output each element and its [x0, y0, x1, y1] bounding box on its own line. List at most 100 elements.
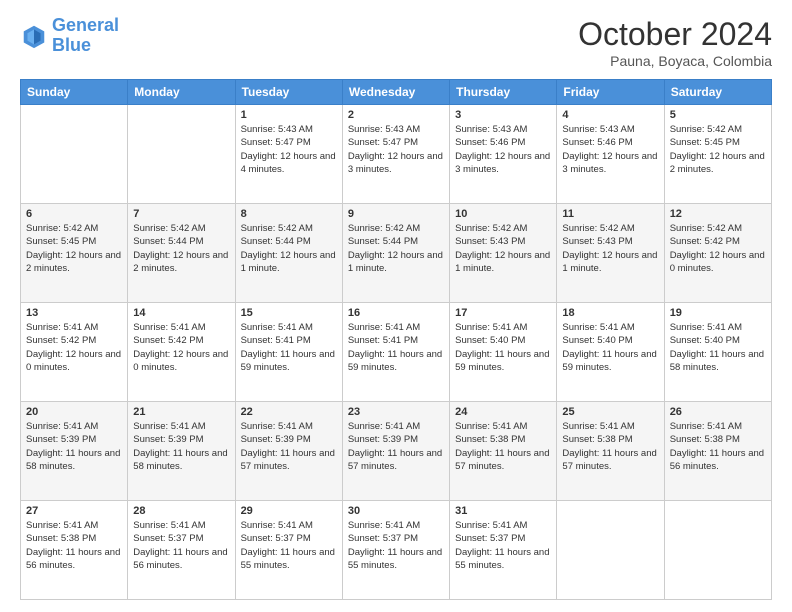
- weekday-header-tuesday: Tuesday: [235, 80, 342, 105]
- calendar-cell: 4Sunrise: 5:43 AMSunset: 5:46 PMDaylight…: [557, 105, 664, 204]
- day-info: Sunrise: 5:41 AMSunset: 5:37 PMDaylight:…: [241, 519, 337, 572]
- day-info: Sunrise: 5:41 AMSunset: 5:39 PMDaylight:…: [26, 420, 122, 473]
- sunset-text: Sunset: 5:41 PM: [348, 335, 418, 346]
- sunrise-text: Sunrise: 5:41 AM: [241, 520, 313, 531]
- week-row-4: 20Sunrise: 5:41 AMSunset: 5:39 PMDayligh…: [21, 402, 772, 501]
- day-number: 13: [26, 307, 122, 319]
- sunset-text: Sunset: 5:37 PM: [348, 533, 418, 544]
- sunrise-text: Sunrise: 5:41 AM: [241, 421, 313, 432]
- day-info: Sunrise: 5:41 AMSunset: 5:40 PMDaylight:…: [562, 321, 658, 374]
- calendar-cell: 12Sunrise: 5:42 AMSunset: 5:42 PMDayligh…: [664, 204, 771, 303]
- sunset-text: Sunset: 5:46 PM: [562, 137, 632, 148]
- day-number: 3: [455, 109, 551, 121]
- sunrise-text: Sunrise: 5:43 AM: [241, 124, 313, 135]
- day-number: 31: [455, 505, 551, 517]
- day-info: Sunrise: 5:41 AMSunset: 5:42 PMDaylight:…: [133, 321, 229, 374]
- sunrise-text: Sunrise: 5:42 AM: [562, 223, 634, 234]
- sunrise-text: Sunrise: 5:41 AM: [348, 421, 420, 432]
- sunset-text: Sunset: 5:42 PM: [133, 335, 203, 346]
- day-number: 21: [133, 406, 229, 418]
- day-info: Sunrise: 5:42 AMSunset: 5:44 PMDaylight:…: [241, 222, 337, 275]
- calendar-cell: 11Sunrise: 5:42 AMSunset: 5:43 PMDayligh…: [557, 204, 664, 303]
- weekday-header-monday: Monday: [128, 80, 235, 105]
- daylight-text: Daylight: 12 hours and 0 minutes.: [670, 250, 765, 274]
- sunset-text: Sunset: 5:39 PM: [26, 434, 96, 445]
- daylight-text: Daylight: 12 hours and 3 minutes.: [562, 151, 657, 175]
- sunset-text: Sunset: 5:40 PM: [455, 335, 525, 346]
- day-number: 12: [670, 208, 766, 220]
- calendar-cell: 19Sunrise: 5:41 AMSunset: 5:40 PMDayligh…: [664, 303, 771, 402]
- day-number: 1: [241, 109, 337, 121]
- calendar-cell: 30Sunrise: 5:41 AMSunset: 5:37 PMDayligh…: [342, 501, 449, 600]
- day-number: 30: [348, 505, 444, 517]
- day-number: 5: [670, 109, 766, 121]
- day-number: 19: [670, 307, 766, 319]
- daylight-text: Daylight: 11 hours and 59 minutes.: [455, 349, 549, 373]
- sunrise-text: Sunrise: 5:42 AM: [670, 223, 742, 234]
- sunrise-text: Sunrise: 5:41 AM: [670, 322, 742, 333]
- calendar-cell: [128, 105, 235, 204]
- weekday-header-friday: Friday: [557, 80, 664, 105]
- calendar-cell: 31Sunrise: 5:41 AMSunset: 5:37 PMDayligh…: [450, 501, 557, 600]
- sunset-text: Sunset: 5:41 PM: [241, 335, 311, 346]
- day-number: 22: [241, 406, 337, 418]
- day-number: 4: [562, 109, 658, 121]
- month-title: October 2024: [578, 16, 772, 53]
- day-info: Sunrise: 5:41 AMSunset: 5:41 PMDaylight:…: [348, 321, 444, 374]
- calendar-cell: 24 Sunrise: 5:41 AMSunset: 5:38 PMDayligh…: [450, 402, 557, 501]
- daylight-text: Daylight: 11 hours and 57 minutes.: [348, 448, 442, 472]
- calendar-table: SundayMondayTuesdayWednesdayThursdayFrid…: [20, 79, 772, 600]
- sunset-text: Sunset: 5:47 PM: [241, 137, 311, 148]
- day-number: 28: [133, 505, 229, 517]
- sunset-text: Sunset: 5:47 PM: [348, 137, 418, 148]
- calendar-cell: 27Sunrise: 5:41 AMSunset: 5:38 PMDayligh…: [21, 501, 128, 600]
- calendar-cell: 2Sunrise: 5:43 AMSunset: 5:47 PMDaylight…: [342, 105, 449, 204]
- day-info: Sunrise: 5:41 AMSunset: 5:38 PMDaylight:…: [455, 420, 551, 473]
- daylight-text: Daylight: 12 hours and 1 minute.: [348, 250, 443, 274]
- calendar-cell: 9Sunrise: 5:42 AMSunset: 5:44 PMDaylight…: [342, 204, 449, 303]
- daylight-text: Daylight: 12 hours and 1 minute.: [241, 250, 336, 274]
- calendar-cell: 25Sunrise: 5:41 AMSunset: 5:38 PMDayligh…: [557, 402, 664, 501]
- day-number: 24: [455, 406, 551, 418]
- calendar-cell: 17Sunrise: 5:41 AMSunset: 5:40 PMDayligh…: [450, 303, 557, 402]
- calendar-cell: 16 Sunrise: 5:41 AMSunset: 5:41 PMDayligh…: [342, 303, 449, 402]
- calendar-cell: 21 Sunrise: 5:41 AM Sunset: 5:39 PM Dayligh…: [128, 402, 235, 501]
- day-info: Sunrise: 5:41 AMSunset: 5:37 PMDaylight:…: [133, 519, 229, 572]
- sunrise-text: Sunrise: 5:41 AM: [133, 421, 205, 432]
- sunrise-text: Sunrise: 5:43 AM: [455, 124, 527, 135]
- sunrise-text: Sunrise: 5:41 AM: [241, 322, 313, 333]
- calendar-cell: 26 Sunrise: 5:41 AMSunset: 5:38 PMDayligh…: [664, 402, 771, 501]
- sunrise-text: Sunrise: 5:41 AM: [26, 520, 98, 531]
- daylight-text: Daylight: 12 hours and 1 minute.: [455, 250, 550, 274]
- logo: General Blue: [20, 16, 119, 56]
- day-number: 26: [670, 406, 766, 418]
- day-info: Sunrise: 5:43 AMSunset: 5:47 PMDaylight:…: [241, 123, 337, 176]
- week-row-2: 6Sunrise: 5:42 AMSunset: 5:45 PMDaylight…: [21, 204, 772, 303]
- sunset-text: Sunset: 5:45 PM: [670, 137, 740, 148]
- day-number: 6: [26, 208, 122, 220]
- calendar-cell: [557, 501, 664, 600]
- day-number: 16: [348, 307, 444, 319]
- day-info: Sunrise: 5:42 AMSunset: 5:43 PMDaylight:…: [562, 222, 658, 275]
- daylight-text: Daylight: 11 hours and 57 minutes.: [241, 448, 335, 472]
- daylight-text: Daylight: 12 hours and 0 minutes.: [133, 349, 228, 373]
- calendar-cell: [664, 501, 771, 600]
- sunrise-text: Sunrise: 5:41 AM: [670, 421, 742, 432]
- daylight-text: Daylight: 11 hours and 55 minutes.: [455, 547, 549, 571]
- weekday-header-row: SundayMondayTuesdayWednesdayThursdayFrid…: [21, 80, 772, 105]
- day-info: Sunrise: 5:41 AMSunset: 5:40 PMDaylight:…: [455, 321, 551, 374]
- logo-general: General: [52, 15, 119, 35]
- daylight-text: Daylight: 11 hours and 58 minutes.: [133, 448, 227, 472]
- day-number: 23: [348, 406, 444, 418]
- calendar-cell: 7Sunrise: 5:42 AMSunset: 5:44 PMDaylight…: [128, 204, 235, 303]
- daylight-text: Daylight: 11 hours and 58 minutes.: [26, 448, 120, 472]
- sunset-text: Sunset: 5:39 PM: [133, 434, 203, 445]
- sunrise-text: Sunrise: 5:42 AM: [348, 223, 420, 234]
- sunset-text: Sunset: 5:37 PM: [455, 533, 525, 544]
- day-number: 15: [241, 307, 337, 319]
- sunset-text: Sunset: 5:37 PM: [133, 533, 203, 544]
- day-number: 27: [26, 505, 122, 517]
- day-number: 29: [241, 505, 337, 517]
- day-number: 2: [348, 109, 444, 121]
- day-info: Sunrise: 5:41 AMSunset: 5:38 PMDaylight:…: [670, 420, 766, 473]
